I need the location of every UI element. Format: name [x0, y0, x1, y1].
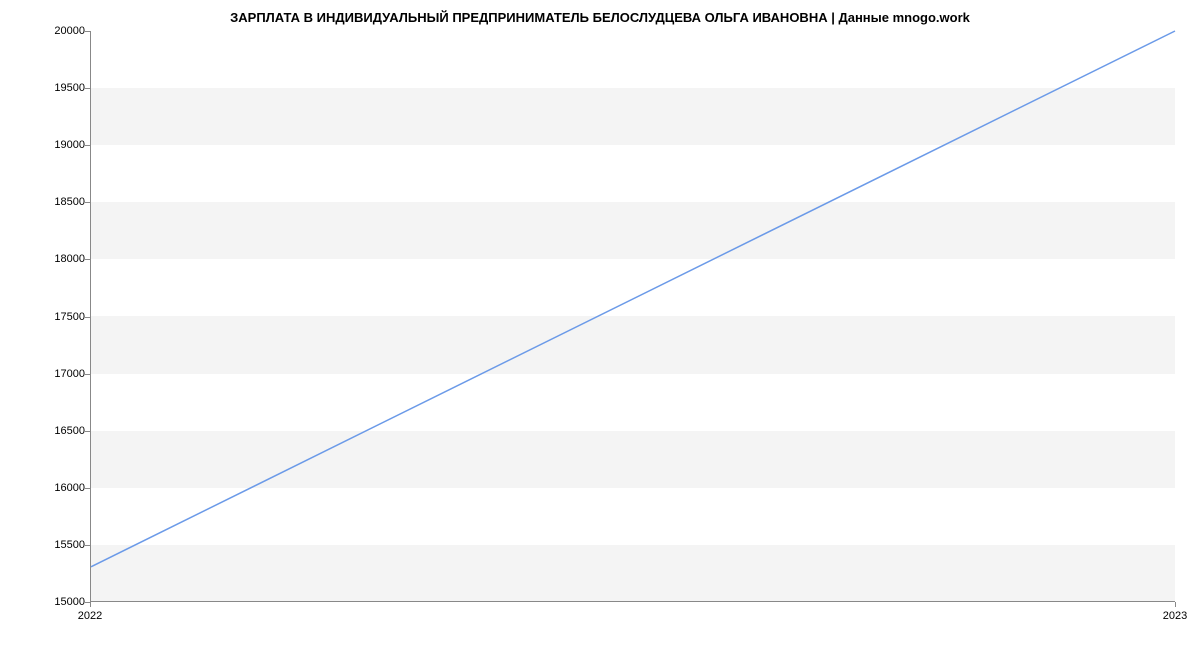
y-tick-mark — [85, 317, 90, 318]
x-tick-label: 2022 — [78, 610, 102, 622]
y-tick-label: 20000 — [35, 25, 85, 37]
y-tick-label: 15000 — [35, 596, 85, 608]
x-tick-mark — [1175, 602, 1176, 607]
y-tick-label: 19000 — [35, 139, 85, 151]
y-tick-label: 18000 — [35, 253, 85, 265]
y-tick-mark — [85, 431, 90, 432]
x-tick-mark — [90, 602, 91, 607]
x-tick-label: 2023 — [1163, 610, 1187, 622]
y-tick-label: 18500 — [35, 196, 85, 208]
y-tick-label: 16500 — [35, 425, 85, 437]
y-tick-label: 17000 — [35, 368, 85, 380]
y-tick-mark — [85, 545, 90, 546]
y-tick-mark — [85, 145, 90, 146]
y-tick-label: 19500 — [35, 82, 85, 94]
y-tick-mark — [85, 488, 90, 489]
y-tick-label: 16000 — [35, 482, 85, 494]
y-tick-mark — [85, 31, 90, 32]
y-tick-mark — [85, 88, 90, 89]
y-tick-label: 15500 — [35, 539, 85, 551]
chart-line — [91, 31, 1175, 601]
plot-area — [90, 31, 1175, 602]
y-tick-mark — [85, 374, 90, 375]
y-tick-mark — [85, 202, 90, 203]
y-tick-label: 17500 — [35, 311, 85, 323]
chart-title: ЗАРПЛАТА В ИНДИВИДУАЛЬНЫЙ ПРЕДПРИНИМАТЕЛ… — [0, 10, 1200, 25]
y-tick-mark — [85, 259, 90, 260]
